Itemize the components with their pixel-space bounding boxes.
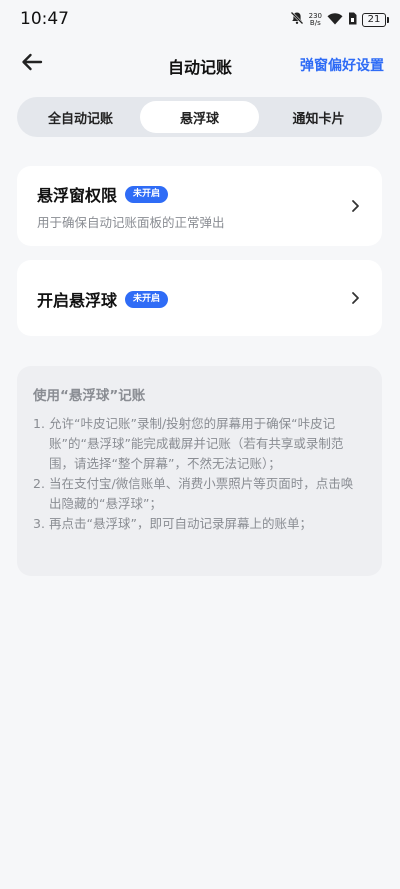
list-item-text: 允许“咔皮记账”录制/投射您的屏幕用于确保“咔皮记账”的“悬浮球”能完成截屏并记… (49, 416, 344, 471)
status-badge: 未开启 (125, 185, 169, 203)
chevron-right-icon (352, 200, 359, 212)
mute-bell-icon (290, 10, 304, 29)
tab-full-auto-bookkeeping[interactable]: 全自动记账 (21, 101, 140, 133)
battery-icon: 21 (362, 12, 389, 27)
floating-window-permission-card[interactable]: 悬浮窗权限 未开启 用于确保自动记账面板的正常弹出 (17, 166, 382, 246)
arrow-left-icon (21, 53, 43, 75)
chevron-right-icon (352, 292, 359, 304)
status-icons: 230 B/s 21 (290, 10, 389, 29)
status-badge: 未开启 (125, 290, 169, 308)
card-title: 开启悬浮球 (37, 291, 118, 310)
sim-icon (348, 10, 357, 29)
list-item-text: 当在支付宝/微信账单、消费小票照片等页面时，点击唤出隐藏的“悬浮球”； (49, 476, 354, 511)
card-title-row: 悬浮窗权限 未开启 (37, 182, 169, 206)
tab-floating-ball[interactable]: 悬浮球 (140, 101, 259, 133)
instructions-box: 使用“悬浮球”记账 1. 允许“咔皮记账”录制/投射您的屏幕用于确保“咔皮记账”… (17, 366, 382, 576)
list-item: 3. 再点击“悬浮球”，即可自动记录屏幕上的账单； (33, 514, 364, 534)
popup-preference-settings-link[interactable]: 弹窗偏好设置 (300, 55, 384, 75)
back-button[interactable] (16, 50, 48, 78)
tab-notification-card[interactable]: 通知卡片 (259, 101, 378, 133)
net-speed: 230 B/s (308, 11, 322, 27)
instructions-list: 1. 允许“咔皮记账”录制/投射您的屏幕用于确保“咔皮记账”的“悬浮球”能完成截… (33, 414, 364, 534)
status-bar: 10:47 230 B/s 21 (0, 0, 400, 38)
list-item: 2. 当在支付宝/微信账单、消费小票照片等页面时，点击唤出隐藏的“悬浮球”； (33, 474, 364, 514)
card-title-row: 开启悬浮球 未开启 (37, 287, 169, 311)
wifi-icon (327, 10, 343, 29)
mode-tabs: 全自动记账 悬浮球 通知卡片 (17, 97, 382, 137)
status-time: 10:47 (20, 9, 69, 29)
enable-floating-ball-card[interactable]: 开启悬浮球 未开启 (17, 260, 382, 336)
header: 自动记账 弹窗偏好设置 (0, 44, 400, 84)
instructions-title: 使用“悬浮球”记账 (33, 388, 146, 404)
list-item-number: 1. (33, 416, 45, 431)
list-item-number: 2. (33, 476, 45, 491)
card-title: 悬浮窗权限 (37, 186, 118, 205)
list-item: 1. 允许“咔皮记账”录制/投射您的屏幕用于确保“咔皮记账”的“悬浮球”能完成截… (33, 414, 364, 474)
list-item-number: 3. (33, 516, 45, 531)
card-subtitle: 用于确保自动记账面板的正常弹出 (37, 215, 225, 230)
list-item-text: 再点击“悬浮球”，即可自动记录屏幕上的账单； (49, 516, 312, 531)
